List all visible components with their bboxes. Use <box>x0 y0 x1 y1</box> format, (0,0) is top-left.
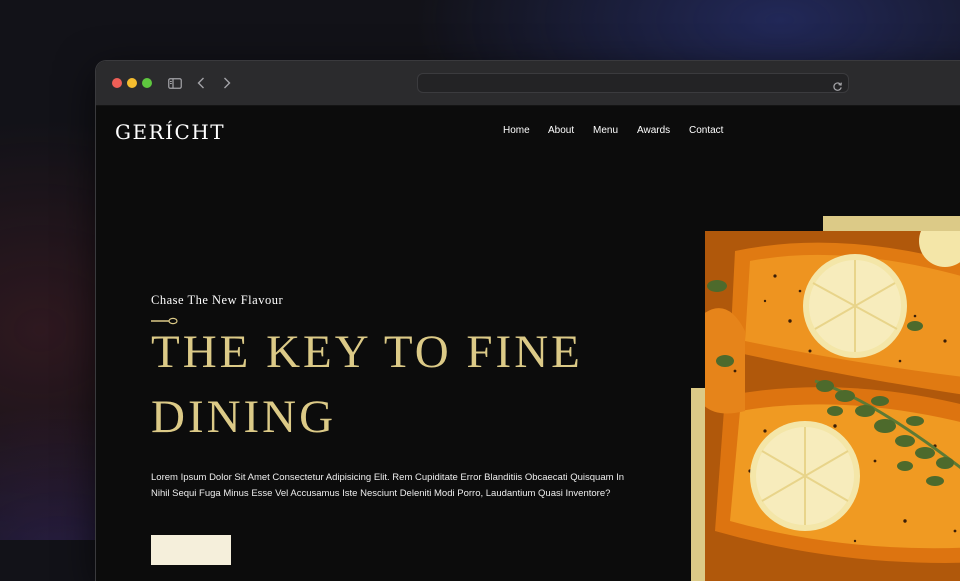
reload-icon[interactable] <box>832 77 843 96</box>
nav-item-contact[interactable]: Contact <box>689 125 723 136</box>
browser-window: GERÍCHT Home About Menu Awards Contact C… <box>96 61 960 581</box>
forward-arrow-icon[interactable] <box>221 73 233 93</box>
hero-headline: THE KEY TO FINE DINING <box>151 320 583 450</box>
hero-headline-line-2: DINING <box>151 391 337 443</box>
minimize-dot[interactable] <box>127 78 137 88</box>
nav-item-home[interactable]: Home <box>503 125 530 136</box>
close-dot[interactable] <box>112 78 122 88</box>
sidebar-icon[interactable] <box>167 73 183 93</box>
address-bar[interactable] <box>417 73 849 93</box>
nav-item-menu[interactable]: Menu <box>593 125 618 136</box>
hero-headline-line-1: THE KEY TO FINE <box>151 326 583 378</box>
hero-subtitle: Chase The New Flavour <box>151 293 284 307</box>
website-page: GERÍCHT Home About Menu Awards Contact C… <box>96 106 960 581</box>
back-arrow-icon[interactable] <box>195 73 207 93</box>
salmon-dish-image <box>705 231 960 581</box>
hero-description: Lorem Ipsum Dolor Sit Amet Consectetur A… <box>151 472 625 499</box>
site-logo[interactable]: GERÍCHT <box>115 120 225 144</box>
nav-item-awards[interactable]: Awards <box>637 125 670 136</box>
browser-titlebar <box>96 61 960 106</box>
maximize-dot[interactable] <box>142 78 152 88</box>
nav-item-about[interactable]: About <box>548 125 574 136</box>
